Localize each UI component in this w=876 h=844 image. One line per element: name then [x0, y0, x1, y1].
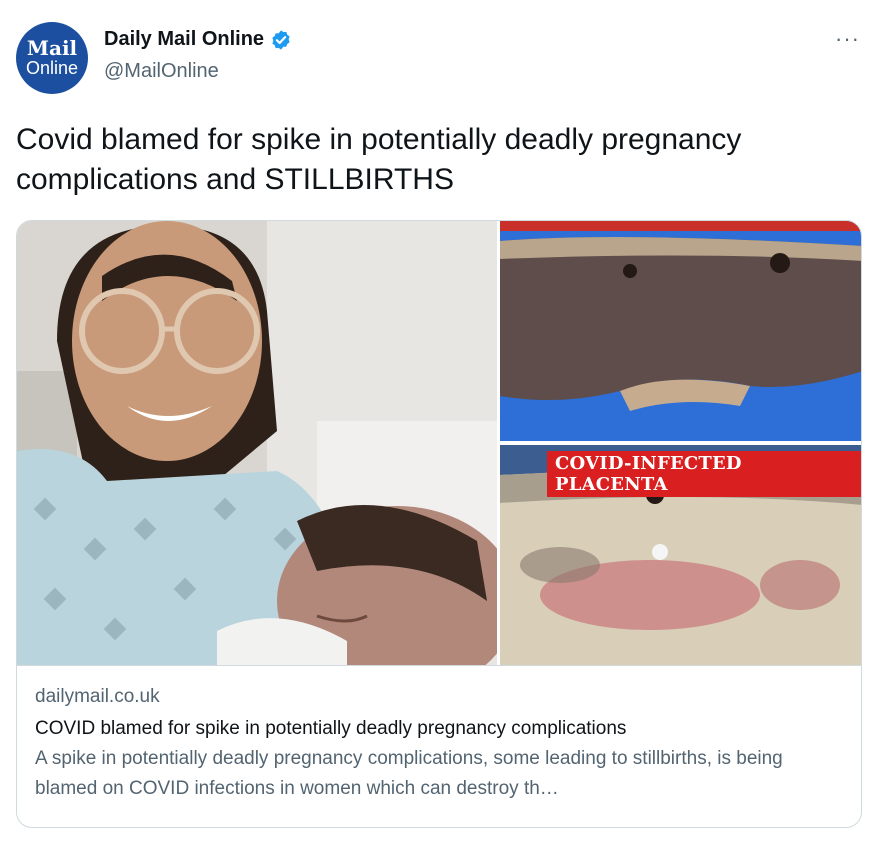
avatar-line1: Mail: [26, 36, 78, 60]
author-name[interactable]: Daily Mail Online: [104, 28, 264, 51]
card-info[interactable]: dailymail.co.uk COVID blamed for spike i…: [17, 665, 861, 827]
mother-baby-photo: [17, 221, 497, 665]
author-name-row[interactable]: Daily Mail Online: [104, 28, 292, 51]
card-title: COVID blamed for spike in potentially de…: [35, 718, 627, 739]
card-domain: dailymail.co.uk: [35, 686, 160, 707]
card-image[interactable]: [17, 221, 861, 665]
link-card[interactable]: COVID-INFECTED PLACENTA dailymail.co.uk …: [16, 220, 862, 828]
card-description: A spike in potentially deadly pregnancy …: [35, 748, 783, 799]
verified-badge-icon: [272, 29, 290, 50]
avatar-line2: Online: [25, 58, 79, 78]
more-options-icon[interactable]: ···: [835, 26, 860, 52]
author-handle[interactable]: @MailOnline: [104, 60, 219, 83]
tweet-text: Covid blamed for spike in potentially de…: [16, 123, 742, 196]
image-overlay-label: COVID-INFECTED PLACENTA: [547, 451, 861, 497]
avatar[interactable]: Mail Online: [16, 22, 88, 94]
placenta-photo-top: [500, 221, 861, 441]
